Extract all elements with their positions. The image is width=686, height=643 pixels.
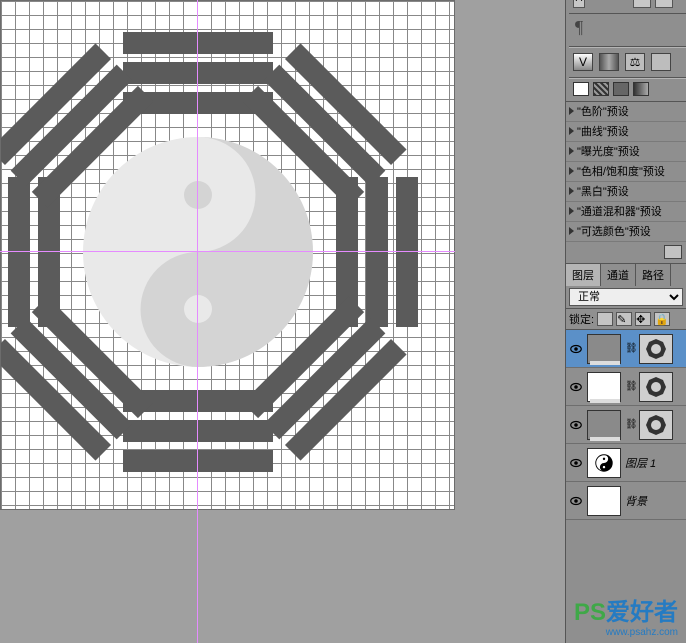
- chevron-right-icon: [569, 167, 574, 175]
- lock-label: 锁定:: [569, 311, 594, 327]
- preset-selcolor[interactable]: "可选颜色"预设: [566, 222, 686, 242]
- adj-icon-3[interactable]: [613, 82, 629, 96]
- link-icon[interactable]: ⛓: [625, 419, 635, 430]
- preset-label: "黑白"预设: [577, 183, 629, 199]
- layer-thumb[interactable]: [587, 334, 621, 364]
- link-icon[interactable]: ⛓: [625, 381, 635, 392]
- visibility-icon[interactable]: [569, 342, 583, 356]
- preset-levels[interactable]: "色阶"预设: [566, 102, 686, 122]
- paragraph-icon[interactable]: ¶: [569, 14, 686, 44]
- layer-row[interactable]: ⛓: [566, 368, 686, 406]
- layer-thumb[interactable]: [587, 410, 621, 440]
- visibility-icon[interactable]: [569, 494, 583, 508]
- chevron-right-icon: [569, 187, 574, 195]
- mask-thumb[interactable]: [639, 334, 673, 364]
- tool-icon-gradient[interactable]: [599, 53, 619, 71]
- layer-row[interactable]: ⛓: [566, 406, 686, 444]
- visibility-icon[interactable]: [569, 380, 583, 394]
- mask-thumb[interactable]: [639, 372, 673, 402]
- tab-paths[interactable]: 路径: [636, 264, 671, 286]
- watermark: PS爱好者 www.psahz.com: [574, 592, 678, 638]
- link-icon[interactable]: ⛓: [625, 343, 635, 354]
- layer-name[interactable]: 图层 1: [625, 455, 656, 471]
- adj-icon-4[interactable]: [633, 82, 649, 96]
- adj-icon-1[interactable]: [573, 82, 589, 96]
- panels: A ¶ V ⚖ "色阶"预设 "曲线"预设 "曝光度"预设 "色相/饱和度"预设…: [565, 0, 686, 643]
- preset-chmix[interactable]: "通道混和器"预设: [566, 202, 686, 222]
- preset-menu-icon[interactable]: [664, 245, 682, 259]
- guide-horizontal[interactable]: [0, 251, 455, 252]
- mask-thumb[interactable]: [639, 410, 673, 440]
- preset-label: "可选颜色"预设: [577, 223, 651, 239]
- preset-exposure[interactable]: "曝光度"预设: [566, 142, 686, 162]
- preset-hsl[interactable]: "色相/饱和度"预设: [566, 162, 686, 182]
- chevron-right-icon: [569, 107, 574, 115]
- layer-thumb[interactable]: [587, 486, 621, 516]
- canvas[interactable]: [0, 0, 455, 510]
- bagua-artwork: [1, 1, 431, 511]
- blend-mode-select[interactable]: 正常: [569, 288, 683, 306]
- tab-channels[interactable]: 通道: [601, 264, 636, 286]
- nav-icon-1[interactable]: [633, 0, 651, 8]
- watermark-ps: PS: [574, 599, 606, 626]
- lock-pixels-icon[interactable]: ✎: [616, 312, 632, 326]
- presets-panel: "色阶"预设 "曲线"预设 "曝光度"预设 "色相/饱和度"预设 "黑白"预设 …: [566, 101, 686, 263]
- nav-icon-2[interactable]: [655, 0, 673, 8]
- layer-thumb[interactable]: [587, 372, 621, 402]
- adj-icon-2[interactable]: [593, 82, 609, 96]
- guide-vertical[interactable]: [197, 0, 198, 643]
- layer-row[interactable]: ⛓: [566, 330, 686, 368]
- preset-bw[interactable]: "黑白"预设: [566, 182, 686, 202]
- lock-position-icon[interactable]: ✥: [635, 312, 651, 326]
- chevron-right-icon: [569, 207, 574, 215]
- watermark-url: www.psahz.com: [574, 627, 678, 638]
- a-icon[interactable]: A: [573, 0, 585, 8]
- lock-transparent-icon[interactable]: [597, 312, 613, 326]
- tool-icon-scales[interactable]: ⚖: [625, 53, 645, 71]
- layer-row[interactable]: 图层 1: [566, 444, 686, 482]
- tab-layers[interactable]: 图层: [566, 264, 601, 286]
- preset-curves[interactable]: "曲线"预设: [566, 122, 686, 142]
- layer-thumb[interactable]: [587, 448, 621, 478]
- lock-all-icon[interactable]: 🔒: [654, 312, 670, 326]
- preset-label: "曝光度"预设: [577, 143, 640, 159]
- panel-tabs: 图层 通道 路径: [566, 263, 686, 286]
- layer-name[interactable]: 背景: [625, 493, 647, 509]
- layer-list: ⛓ ⛓ ⛓ 图层 1: [566, 330, 686, 520]
- watermark-zh: 爱好者: [606, 599, 678, 626]
- visibility-icon[interactable]: [569, 456, 583, 470]
- visibility-icon[interactable]: [569, 418, 583, 432]
- layer-row[interactable]: 背景: [566, 482, 686, 520]
- preset-label: "色阶"预设: [577, 103, 629, 119]
- chevron-right-icon: [569, 127, 574, 135]
- preset-label: "通道混和器"预设: [577, 203, 662, 219]
- lock-row: 锁定: ✎ ✥ 🔒: [566, 309, 686, 330]
- chevron-right-icon: [569, 147, 574, 155]
- preset-label: "色相/饱和度"预设: [577, 163, 665, 179]
- preset-label: "曲线"预设: [577, 123, 629, 139]
- tool-icon-h[interactable]: [651, 53, 671, 71]
- tool-icon-v[interactable]: V: [573, 53, 593, 71]
- chevron-right-icon: [569, 227, 574, 235]
